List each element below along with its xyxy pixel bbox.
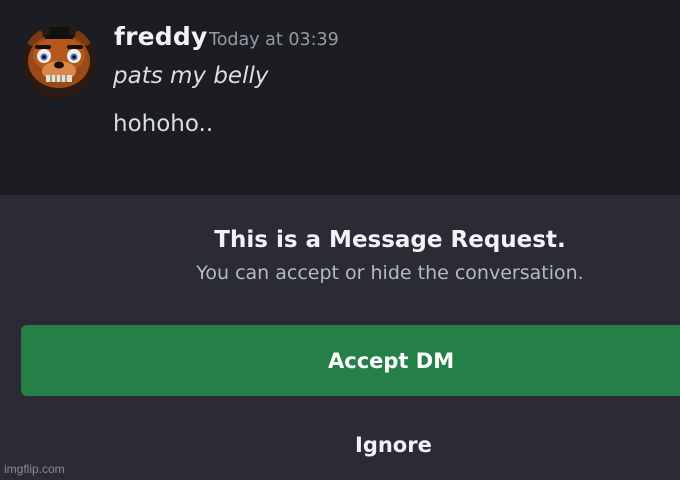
accept-dm-label: Accept DM (328, 349, 455, 373)
message-username[interactable]: freddy (114, 21, 207, 53)
message-timestamp: Today at 03:39 (209, 30, 339, 50)
accept-dm-button[interactable]: Accept DM (21, 325, 680, 396)
freddy-fazbear-icon (22, 25, 96, 99)
message-line: hohoho.. (113, 111, 214, 137)
message-line: pats my belly (113, 63, 269, 89)
request-title: This is a Message Request. (214, 227, 566, 253)
ignore-button[interactable]: Ignore (355, 430, 432, 460)
freddy-avatar[interactable] (22, 25, 96, 99)
message-area: freddy Today at 03:39 pats my belly hoho… (0, 0, 680, 195)
message-request-panel: This is a Message Request. You can accep… (0, 195, 680, 480)
request-subtitle: You can accept or hide the conversation. (196, 262, 584, 284)
watermark: imgflip.com (4, 462, 65, 476)
